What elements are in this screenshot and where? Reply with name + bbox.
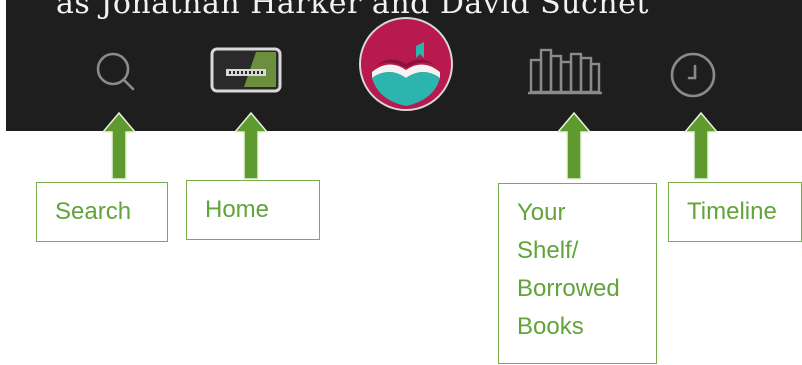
home-callout-label: Home (186, 180, 320, 240)
search-button[interactable] (86, 42, 146, 104)
search-arrow (102, 112, 136, 180)
shelf-arrow (557, 112, 591, 180)
caption-text: as Jonathan Harker and David Suchet (56, 0, 649, 21)
app-logo-button[interactable] (356, 14, 456, 114)
shelf-callout-label: Your Shelf/ Borrowed Books (498, 183, 657, 364)
search-icon (96, 52, 135, 91)
home-arrow (234, 112, 268, 180)
search-callout-label: Search (36, 182, 168, 242)
home-button[interactable] (210, 47, 282, 93)
open-book-logo-icon (359, 17, 453, 111)
shelf-button[interactable] (525, 46, 605, 98)
home-screen-icon (210, 47, 282, 93)
timeline-arrow (684, 112, 718, 180)
clock-icon (670, 52, 716, 98)
timeline-button[interactable] (665, 47, 721, 103)
bookshelf-icon (528, 48, 602, 95)
timeline-callout-label: Timeline (668, 182, 802, 242)
